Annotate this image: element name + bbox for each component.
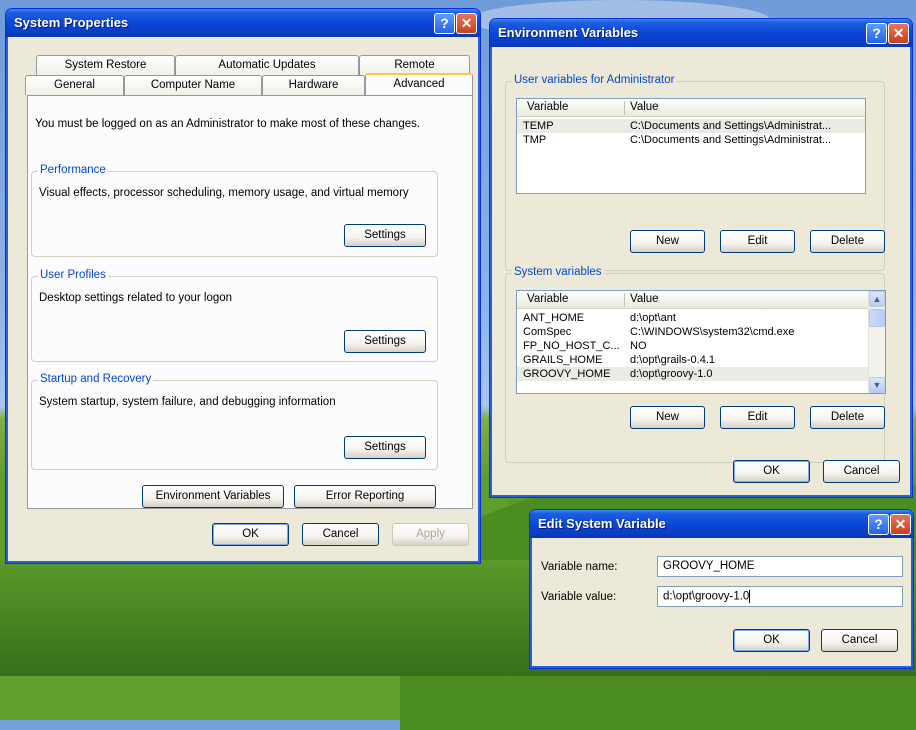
help-button[interactable]: ? — [434, 13, 455, 34]
scroll-up-icon[interactable]: ▲ — [869, 291, 885, 307]
list-item[interactable]: ComSpec C:\WINDOWS\system32\cmd.exe — [517, 325, 869, 339]
user-new-button[interactable]: New — [630, 230, 705, 253]
variable-value-label: Variable value: — [541, 591, 617, 603]
close-icon: ✕ — [892, 25, 905, 41]
tab-advanced[interactable]: Advanced — [365, 73, 473, 95]
tab-remote[interactable]: Remote — [359, 55, 470, 75]
system-edit-button[interactable]: Edit — [720, 406, 795, 429]
column-value[interactable]: Value — [630, 101, 659, 113]
column-value[interactable]: Value — [630, 293, 659, 305]
edit-system-variable-body: Variable name: GROOVY_HOME Variable valu… — [533, 538, 910, 665]
environment-variables-window: Environment Variables ? ✕ User variables… — [489, 18, 913, 498]
scroll-down-icon[interactable]: ▼ — [869, 377, 885, 393]
tab-automatic-updates[interactable]: Automatic Updates — [175, 55, 359, 75]
list-item[interactable]: FP_NO_HOST_C... NO — [517, 339, 869, 353]
list-item[interactable]: TEMP C:\Documents and Settings\Administr… — [517, 119, 865, 133]
performance-settings-button[interactable]: Settings — [344, 224, 426, 247]
list-item[interactable]: GROOVY_HOME d:\opt\groovy-1.0 — [517, 367, 869, 381]
system-variables-title: System variables — [512, 266, 604, 278]
system-properties-window: System Properties ? ✕ System Restore Aut… — [5, 8, 481, 564]
tab-general[interactable]: General — [25, 75, 124, 95]
scrollbar-thumb[interactable] — [869, 309, 885, 327]
advanced-tab-panel: You must be logged on as an Administrato… — [27, 95, 473, 509]
system-new-button[interactable]: New — [630, 406, 705, 429]
startup-recovery-description: System startup, system failure, and debu… — [39, 396, 336, 408]
user-variables-list[interactable]: Variable Value TEMP C:\Documents and Set… — [516, 98, 866, 194]
cancel-button[interactable]: Cancel — [302, 523, 379, 546]
close-icon: ✕ — [460, 15, 473, 31]
variable-name-field[interactable]: GROOVY_HOME — [657, 556, 903, 577]
environment-variables-titlebar[interactable]: Environment Variables — [490, 19, 912, 47]
list-item[interactable]: GRAILS_HOME d:\opt\grails-0.4.1 — [517, 353, 869, 367]
system-variables-group: System variables Variable Value ANT_HOME… — [505, 266, 886, 463]
system-properties-body: System Restore Automatic Updates Remote … — [9, 37, 477, 560]
user-profiles-description: Desktop settings related to your logon — [39, 292, 233, 304]
edit-system-variable-titlebar[interactable]: Edit System Variable — [530, 510, 913, 538]
performance-group: Performance Visual effects, processor sc… — [31, 164, 438, 257]
text-caret — [749, 590, 751, 603]
startup-recovery-group: Startup and Recovery System startup, sys… — [31, 373, 438, 470]
column-variable[interactable]: Variable — [527, 101, 568, 113]
window-title: System Properties — [14, 15, 129, 30]
system-delete-button[interactable]: Delete — [810, 406, 885, 429]
variable-value-field[interactable]: d:\opt\groovy-1.0 — [657, 586, 903, 607]
user-profiles-settings-button[interactable]: Settings — [344, 330, 426, 353]
close-button[interactable]: ✕ — [888, 23, 909, 44]
environment-variables-body: User variables for Administrator Variabl… — [493, 47, 909, 494]
window-title: Environment Variables — [498, 25, 639, 40]
env-ok-button[interactable]: OK — [733, 460, 810, 483]
tab-system-restore[interactable]: System Restore — [36, 55, 175, 75]
column-variable[interactable]: Variable — [527, 293, 568, 305]
system-properties-titlebar[interactable]: System Properties — [6, 9, 480, 37]
user-profiles-title: User Profiles — [38, 269, 108, 281]
environment-variables-button[interactable]: Environment Variables — [142, 485, 284, 508]
list-item[interactable]: TMP C:\Documents and Settings\Administra… — [517, 133, 865, 147]
list-item[interactable]: ANT_HOME d:\opt\ant — [517, 311, 869, 325]
list-header: Variable Value — [517, 291, 868, 309]
tab-computer-name[interactable]: Computer Name — [124, 75, 262, 95]
user-edit-button[interactable]: Edit — [720, 230, 795, 253]
help-button[interactable]: ? — [868, 514, 889, 535]
env-cancel-button[interactable]: Cancel — [823, 460, 900, 483]
performance-title: Performance — [38, 164, 108, 176]
edit-cancel-button[interactable]: Cancel — [821, 629, 898, 652]
close-button[interactable]: ✕ — [890, 514, 911, 535]
close-button[interactable]: ✕ — [456, 13, 477, 34]
tab-hardware[interactable]: Hardware — [262, 75, 365, 95]
user-variables-title: User variables for Administrator — [512, 74, 677, 86]
performance-description: Visual effects, processor scheduling, me… — [39, 187, 409, 199]
user-delete-button[interactable]: Delete — [810, 230, 885, 253]
system-variables-list[interactable]: Variable Value ANT_HOME d:\opt\ant ComSp… — [516, 290, 886, 394]
list-header: Variable Value — [517, 99, 865, 117]
startup-recovery-settings-button[interactable]: Settings — [344, 436, 426, 459]
vertical-scrollbar[interactable]: ▲ ▼ — [868, 291, 885, 393]
variable-name-label: Variable name: — [541, 561, 618, 573]
error-reporting-button[interactable]: Error Reporting — [294, 485, 436, 508]
user-profiles-group: User Profiles Desktop settings related t… — [31, 269, 438, 362]
edit-system-variable-window: Edit System Variable ? ✕ Variable name: … — [529, 509, 914, 669]
apply-button[interactable]: Apply — [392, 523, 469, 546]
window-title: Edit System Variable — [538, 516, 666, 531]
close-icon: ✕ — [894, 516, 907, 532]
user-variables-group: User variables for Administrator Variabl… — [505, 74, 885, 271]
help-button[interactable]: ? — [866, 23, 887, 44]
edit-ok-button[interactable]: OK — [733, 629, 810, 652]
ok-button[interactable]: OK — [212, 523, 289, 546]
admin-notice: You must be logged on as an Administrato… — [35, 118, 421, 130]
startup-recovery-title: Startup and Recovery — [38, 373, 154, 385]
